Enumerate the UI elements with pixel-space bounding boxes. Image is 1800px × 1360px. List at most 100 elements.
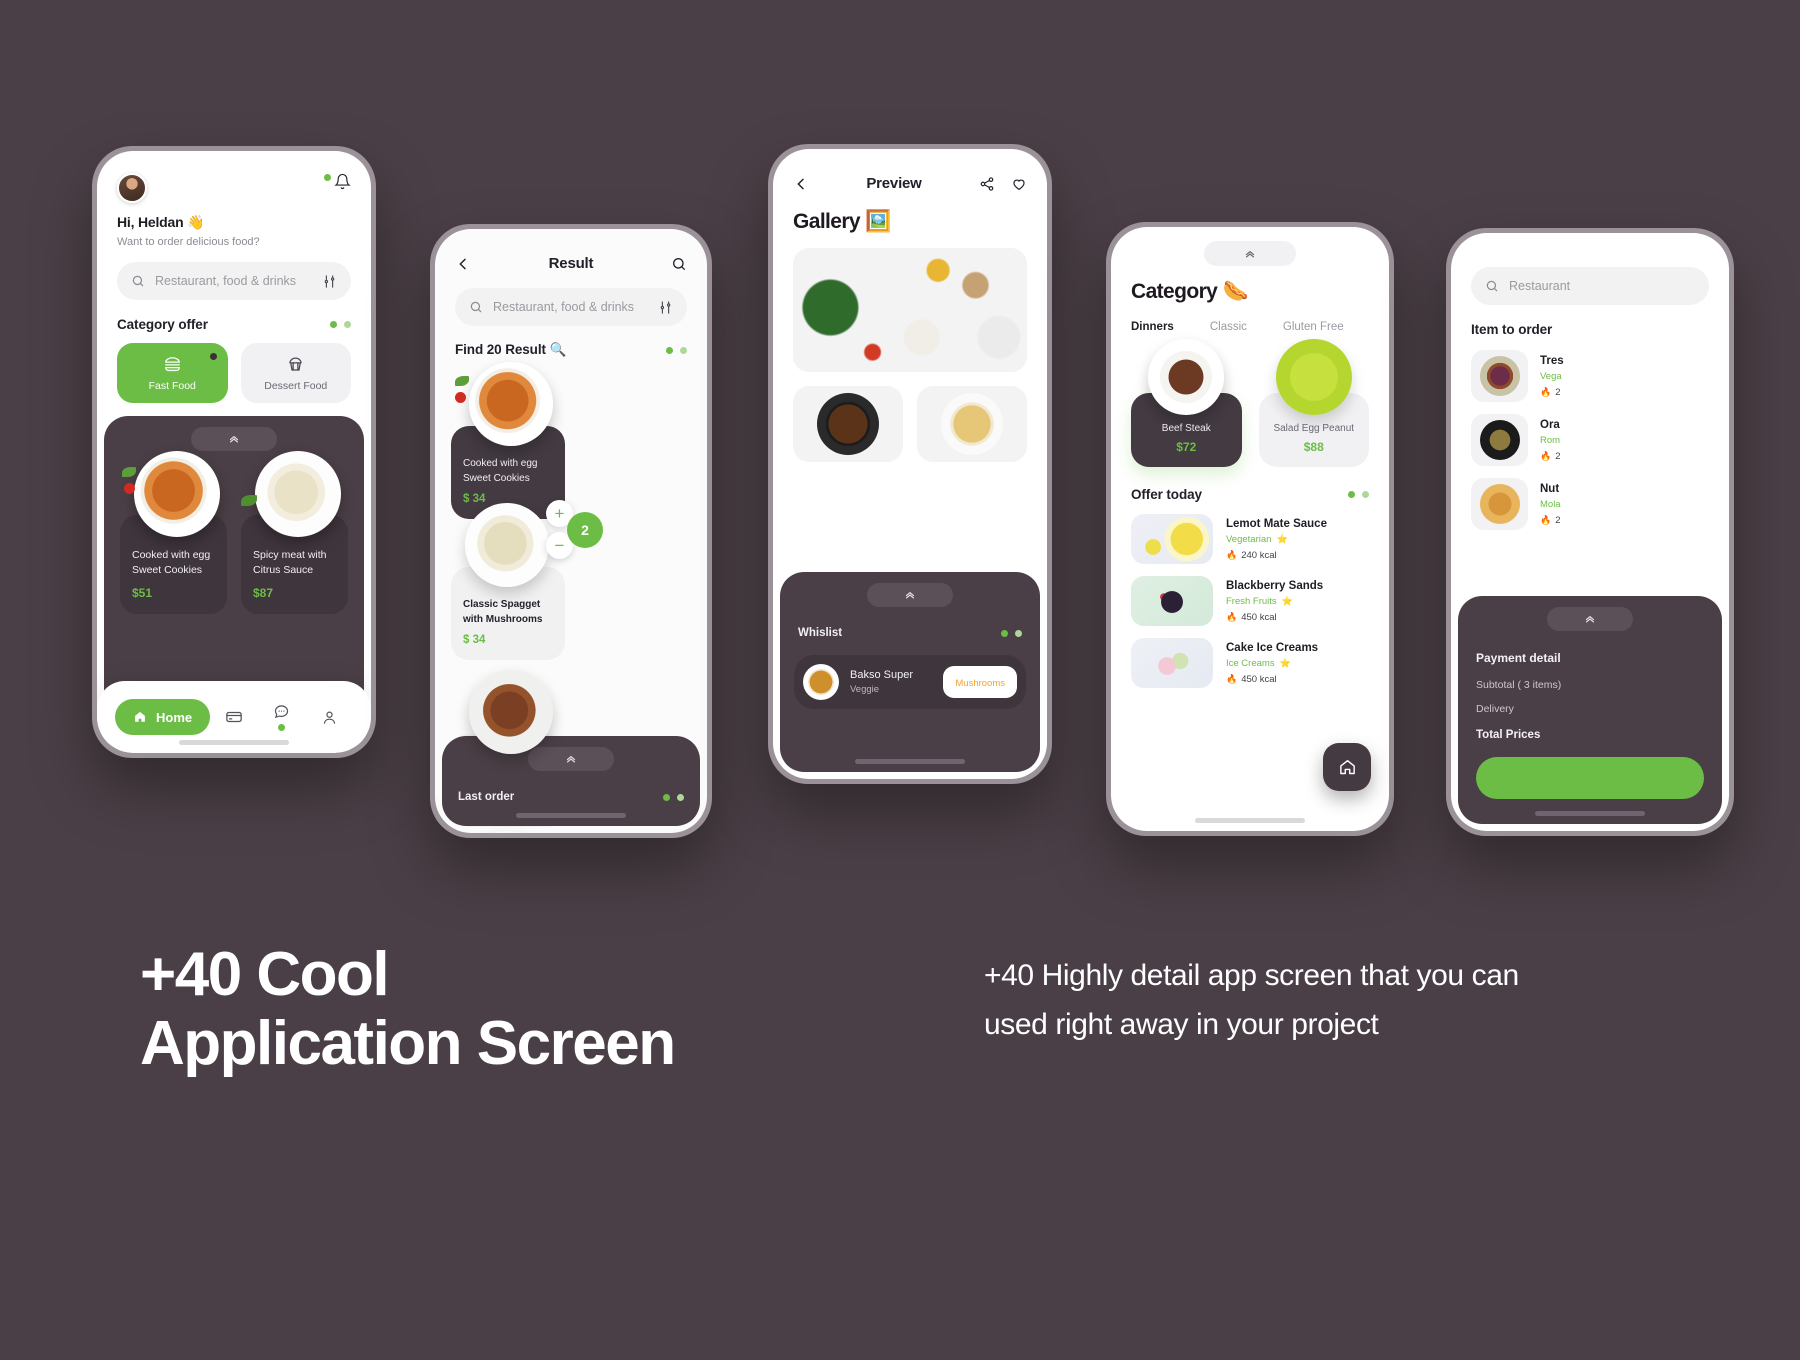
category-fast-food[interactable]: Fast Food <box>117 343 228 403</box>
filter-icon[interactable] <box>658 300 673 315</box>
result-card-title-l2: with Mushrooms <box>463 614 543 625</box>
category-fast-food-label: Fast Food <box>148 379 196 392</box>
stepper-count-badge: 2 <box>567 511 603 548</box>
featured-card-price: $87 <box>253 586 274 601</box>
gallery-thumb-grill[interactable] <box>793 386 903 462</box>
stepper-minus-label: − <box>554 536 565 555</box>
bell-icon[interactable] <box>334 173 351 190</box>
food-image-mushroom-pasta <box>465 503 549 587</box>
search-icon <box>1485 279 1499 293</box>
preview-title: Preview <box>866 175 922 192</box>
fire-icon: 🔥 <box>1540 514 1552 525</box>
result-card[interactable]: Cooked with egg Sweet Cookies $ 34 <box>451 362 565 519</box>
whishlist-item-sub: Veggie <box>850 684 880 695</box>
featured-card-title-l1: Spicy meat with <box>253 549 327 561</box>
featured-card-title-l2: Sweet Cookies <box>132 564 203 577</box>
chevron-left-icon[interactable] <box>455 256 471 272</box>
category-card-beef-steak[interactable]: Beef Steak $72 <box>1131 339 1242 467</box>
result-card-title-l1: Classic Spagget <box>463 599 541 610</box>
headline: +40 Cool Application Screen <box>140 940 676 1079</box>
leaf-icon <box>455 376 469 386</box>
featured-card[interactable]: Spicy meat with Citrus Sauce $87 <box>241 451 348 615</box>
canvas: Hi, Heldan 👋 Want to order delicious foo… <box>0 0 1800 1360</box>
category-dessert-food[interactable]: Dessert Food <box>240 343 351 403</box>
category-card-price: $88 <box>1303 440 1324 454</box>
order-list-item[interactable]: Tres Vega 🔥 2 <box>1471 350 1709 402</box>
category-card-salad-egg-peanut[interactable]: Salad Egg Peanut $88 <box>1258 339 1369 467</box>
order-list-item[interactable]: Ora Rom 🔥 2 <box>1471 414 1709 466</box>
order-item-tag: Rom <box>1540 434 1561 446</box>
order-list-item[interactable]: Nut Mola 🔥 2 <box>1471 478 1709 530</box>
search-icon <box>469 300 483 314</box>
tab-home[interactable]: Home <box>115 699 211 735</box>
tab-classic[interactable]: Classic <box>1210 317 1247 335</box>
drag-handle[interactable] <box>867 583 953 607</box>
tab-profile[interactable] <box>305 709 353 726</box>
order-item-list: Tres Vega 🔥 2 Ora Rom 🔥 2 Nut Mola 🔥 2 <box>1471 350 1709 530</box>
drag-handle[interactable] <box>1547 607 1633 631</box>
sub-greeting: Want to order delicious food? <box>117 236 260 248</box>
tomato-icon <box>455 392 466 403</box>
order-item-kcal: 2 <box>1555 386 1561 398</box>
chevron-left-icon[interactable] <box>793 176 809 192</box>
gallery-thumb-rice[interactable] <box>917 386 1027 462</box>
chat-icon <box>273 703 290 720</box>
find-result-label: Find 20 Result 🔍 <box>455 342 567 357</box>
drag-handle[interactable] <box>191 427 277 451</box>
search-placeholder: Restaurant, food & drinks <box>155 274 297 288</box>
category-title: Category 🌭 <box>1131 280 1249 303</box>
checkout-search-input[interactable]: Restaurant <box>1471 267 1709 305</box>
offer-list-item[interactable]: Cake Ice Creams Ice Creams ⭐ 🔥 450 kcal <box>1131 638 1369 688</box>
tab-dinners[interactable]: Dinners <box>1131 317 1174 335</box>
quantity-stepper[interactable]: + − 2 <box>546 500 603 559</box>
tab-gluten-free[interactable]: Gluten Free <box>1283 317 1344 335</box>
fab-home-button[interactable] <box>1323 743 1371 791</box>
heart-icon[interactable] <box>1011 176 1027 192</box>
result-search-input[interactable]: Restaurant, food & drinks <box>455 288 687 326</box>
filter-icon[interactable] <box>322 274 337 289</box>
gallery-hero-image[interactable] <box>793 248 1027 372</box>
food-image-creamie-spaghetti <box>465 831 549 833</box>
last-order-panel: Last order <box>442 736 700 826</box>
phone-checkout-screen: Restaurant Item to order Tres Vega 🔥 2 O… <box>1451 233 1729 831</box>
whishlist-title: Whislist <box>798 627 843 639</box>
result-card-price: $ 34 <box>463 634 486 646</box>
order-item-thumb <box>1471 414 1528 466</box>
search-icon[interactable] <box>671 256 687 272</box>
fire-icon: 🔥 <box>1226 611 1238 622</box>
checkout-search-placeholder: Restaurant <box>1509 279 1571 293</box>
pagination-dots <box>1001 629 1022 637</box>
tab-card[interactable] <box>210 708 258 726</box>
star-icon: ⭐ <box>1276 533 1288 544</box>
whishlist-item-tag[interactable]: Mushrooms <box>943 666 1017 698</box>
order-item-name: Ora <box>1540 418 1560 431</box>
star-icon: ⭐ <box>1279 657 1291 668</box>
order-item-tag: Mola <box>1540 498 1561 510</box>
food-image-fried-rice <box>1479 484 1520 524</box>
checkout-button[interactable] <box>1476 757 1704 799</box>
category-card-name: Beef Steak <box>1161 423 1211 434</box>
featured-card[interactable]: Cooked with egg Sweet Cookies $51 <box>120 451 227 615</box>
food-image-spaghetti <box>134 451 220 537</box>
food-image-pasta <box>255 451 341 537</box>
offer-list-item[interactable]: Blackberry Sands Fresh Fruits ⭐ 🔥 450 kc… <box>1131 576 1369 626</box>
star-icon: ⭐ <box>1281 595 1293 606</box>
share-icon[interactable] <box>979 176 995 192</box>
fire-icon: 🔥 <box>1226 549 1238 560</box>
tab-chat[interactable] <box>258 703 306 731</box>
avatar[interactable] <box>117 173 147 203</box>
tab-classic-label: Classic <box>1209 321 1247 333</box>
category-card-price: $72 <box>1176 440 1197 454</box>
whishlist-item[interactable]: Bakso Super Veggie Mushrooms <box>794 655 1026 709</box>
drag-handle[interactable] <box>1204 241 1296 266</box>
food-image-salad <box>1479 356 1520 396</box>
phone-preview-screen: Preview Gallery 🖼️ Whislist Bakso Super … <box>773 149 1047 779</box>
whishlist-item-name: Bakso Super <box>850 669 913 681</box>
offer-list-item[interactable]: Lemot Mate Sauce Vegetarian ⭐ 🔥 240 kcal <box>1131 514 1369 564</box>
drag-handle[interactable] <box>528 747 614 771</box>
stepper-count-label: 2 <box>581 521 589 538</box>
search-input[interactable]: Restaurant, food & drinks <box>117 262 351 300</box>
pagination-dots <box>666 346 687 354</box>
notification-dot <box>324 174 331 181</box>
food-image-salad-egg-peanut <box>1275 339 1352 415</box>
